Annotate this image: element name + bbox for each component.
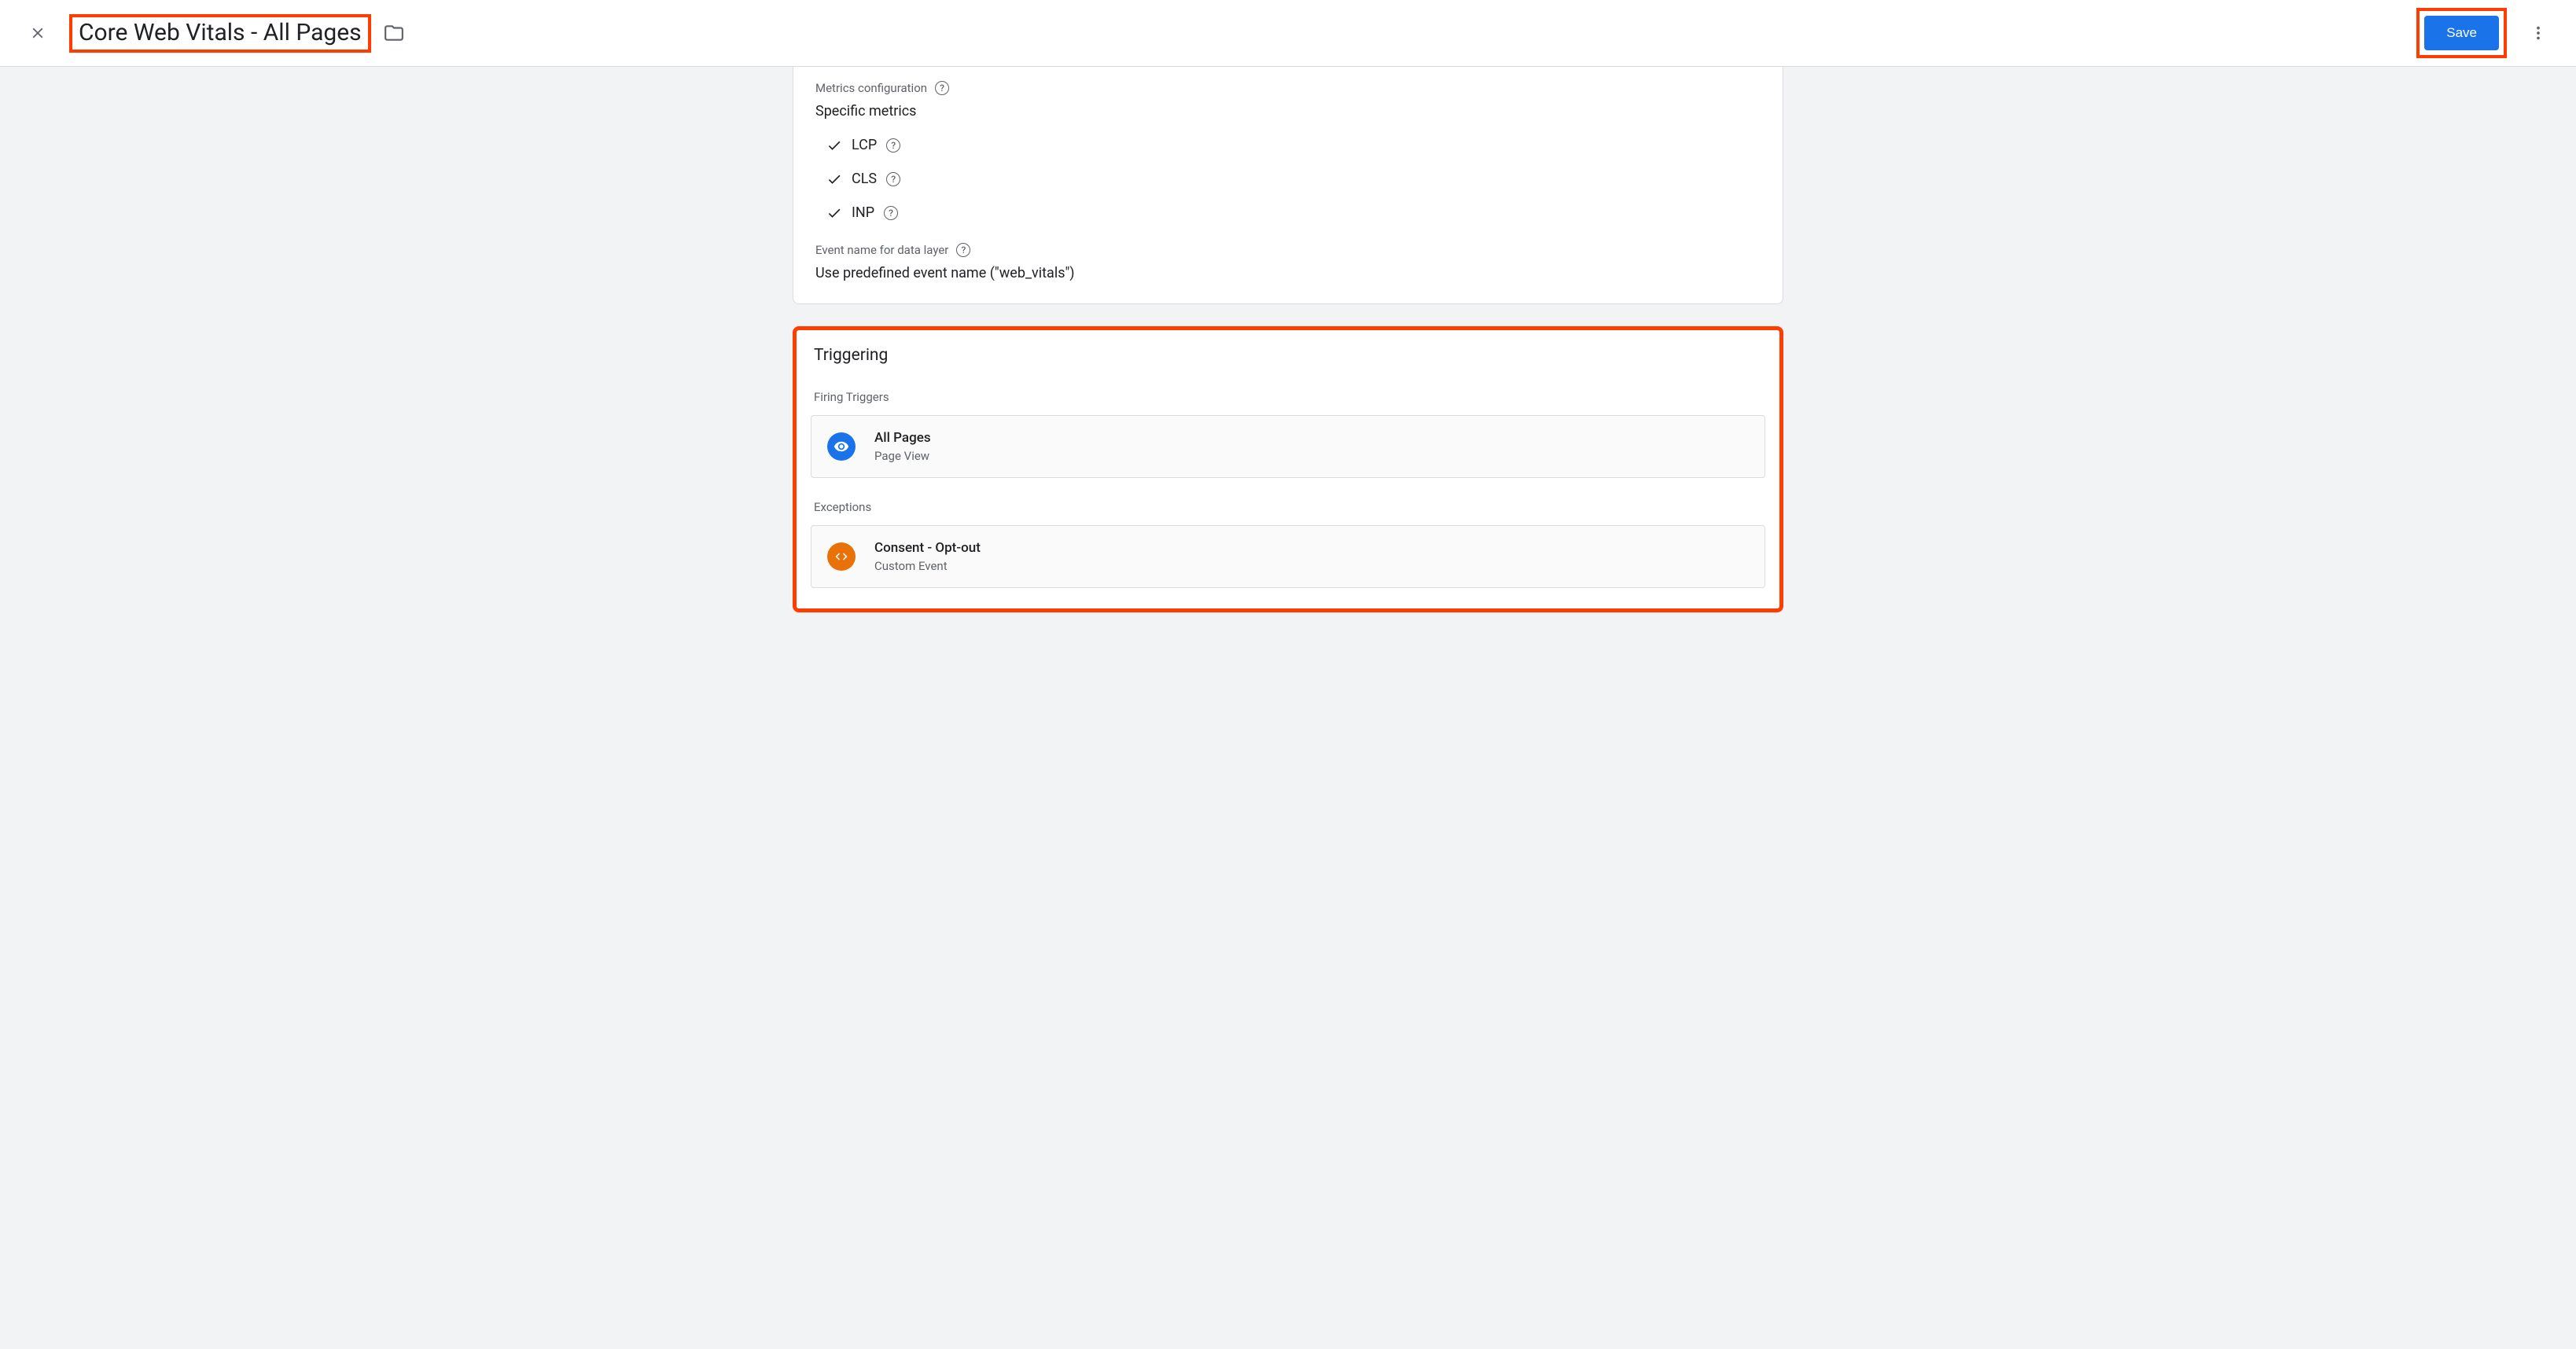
metric-label: INP bbox=[852, 204, 874, 221]
exception-trigger-row[interactable]: Consent - Opt-out Custom Event bbox=[811, 525, 1765, 588]
metric-item: LCP bbox=[826, 137, 1761, 153]
save-highlight: Save bbox=[2416, 8, 2507, 58]
more-vert-icon bbox=[2530, 24, 2547, 42]
tag-config-card: Metrics configuration Specific metrics L… bbox=[793, 67, 1783, 304]
help-icon[interactable] bbox=[886, 138, 900, 153]
event-name-value: Use predefined event name ("web_vitals") bbox=[815, 265, 1761, 281]
firing-triggers-label: Firing Triggers bbox=[814, 390, 1765, 404]
exceptions-label: Exceptions bbox=[814, 500, 1765, 514]
trigger-type: Page View bbox=[874, 449, 931, 463]
event-name-label: Event name for data layer bbox=[815, 243, 1761, 257]
help-icon[interactable] bbox=[935, 81, 949, 95]
metric-label: LCP bbox=[852, 137, 877, 153]
more-options-button[interactable] bbox=[2519, 14, 2557, 52]
metric-label: CLS bbox=[852, 171, 877, 187]
metrics-config-value: Specific metrics bbox=[815, 103, 1761, 119]
help-icon[interactable] bbox=[956, 243, 970, 257]
metric-item: INP bbox=[826, 204, 1761, 221]
save-button[interactable]: Save bbox=[2424, 16, 2499, 50]
triggering-card: Triggering Firing Triggers All Pages Pag… bbox=[793, 326, 1783, 612]
custom-event-icon bbox=[827, 542, 856, 571]
help-icon[interactable] bbox=[884, 206, 898, 220]
close-icon bbox=[29, 24, 46, 42]
check-icon bbox=[826, 205, 842, 221]
trigger-name: Consent - Opt-out bbox=[874, 540, 981, 556]
triggering-heading: Triggering bbox=[814, 346, 1765, 365]
trigger-name: All Pages bbox=[874, 430, 931, 446]
folder-icon[interactable] bbox=[384, 23, 404, 43]
metrics-config-label: Metrics configuration bbox=[815, 81, 1761, 95]
tag-name-input[interactable]: Core Web Vitals - All Pages bbox=[79, 19, 362, 46]
help-icon[interactable] bbox=[886, 172, 900, 186]
check-icon bbox=[826, 138, 842, 153]
check-icon bbox=[826, 171, 842, 187]
tag-name-highlight: Core Web Vitals - All Pages bbox=[69, 14, 371, 53]
page-view-icon bbox=[827, 432, 856, 461]
metric-item: CLS bbox=[826, 171, 1761, 187]
close-button[interactable] bbox=[19, 14, 57, 52]
trigger-type: Custom Event bbox=[874, 559, 981, 573]
firing-trigger-row[interactable]: All Pages Page View bbox=[811, 415, 1765, 478]
